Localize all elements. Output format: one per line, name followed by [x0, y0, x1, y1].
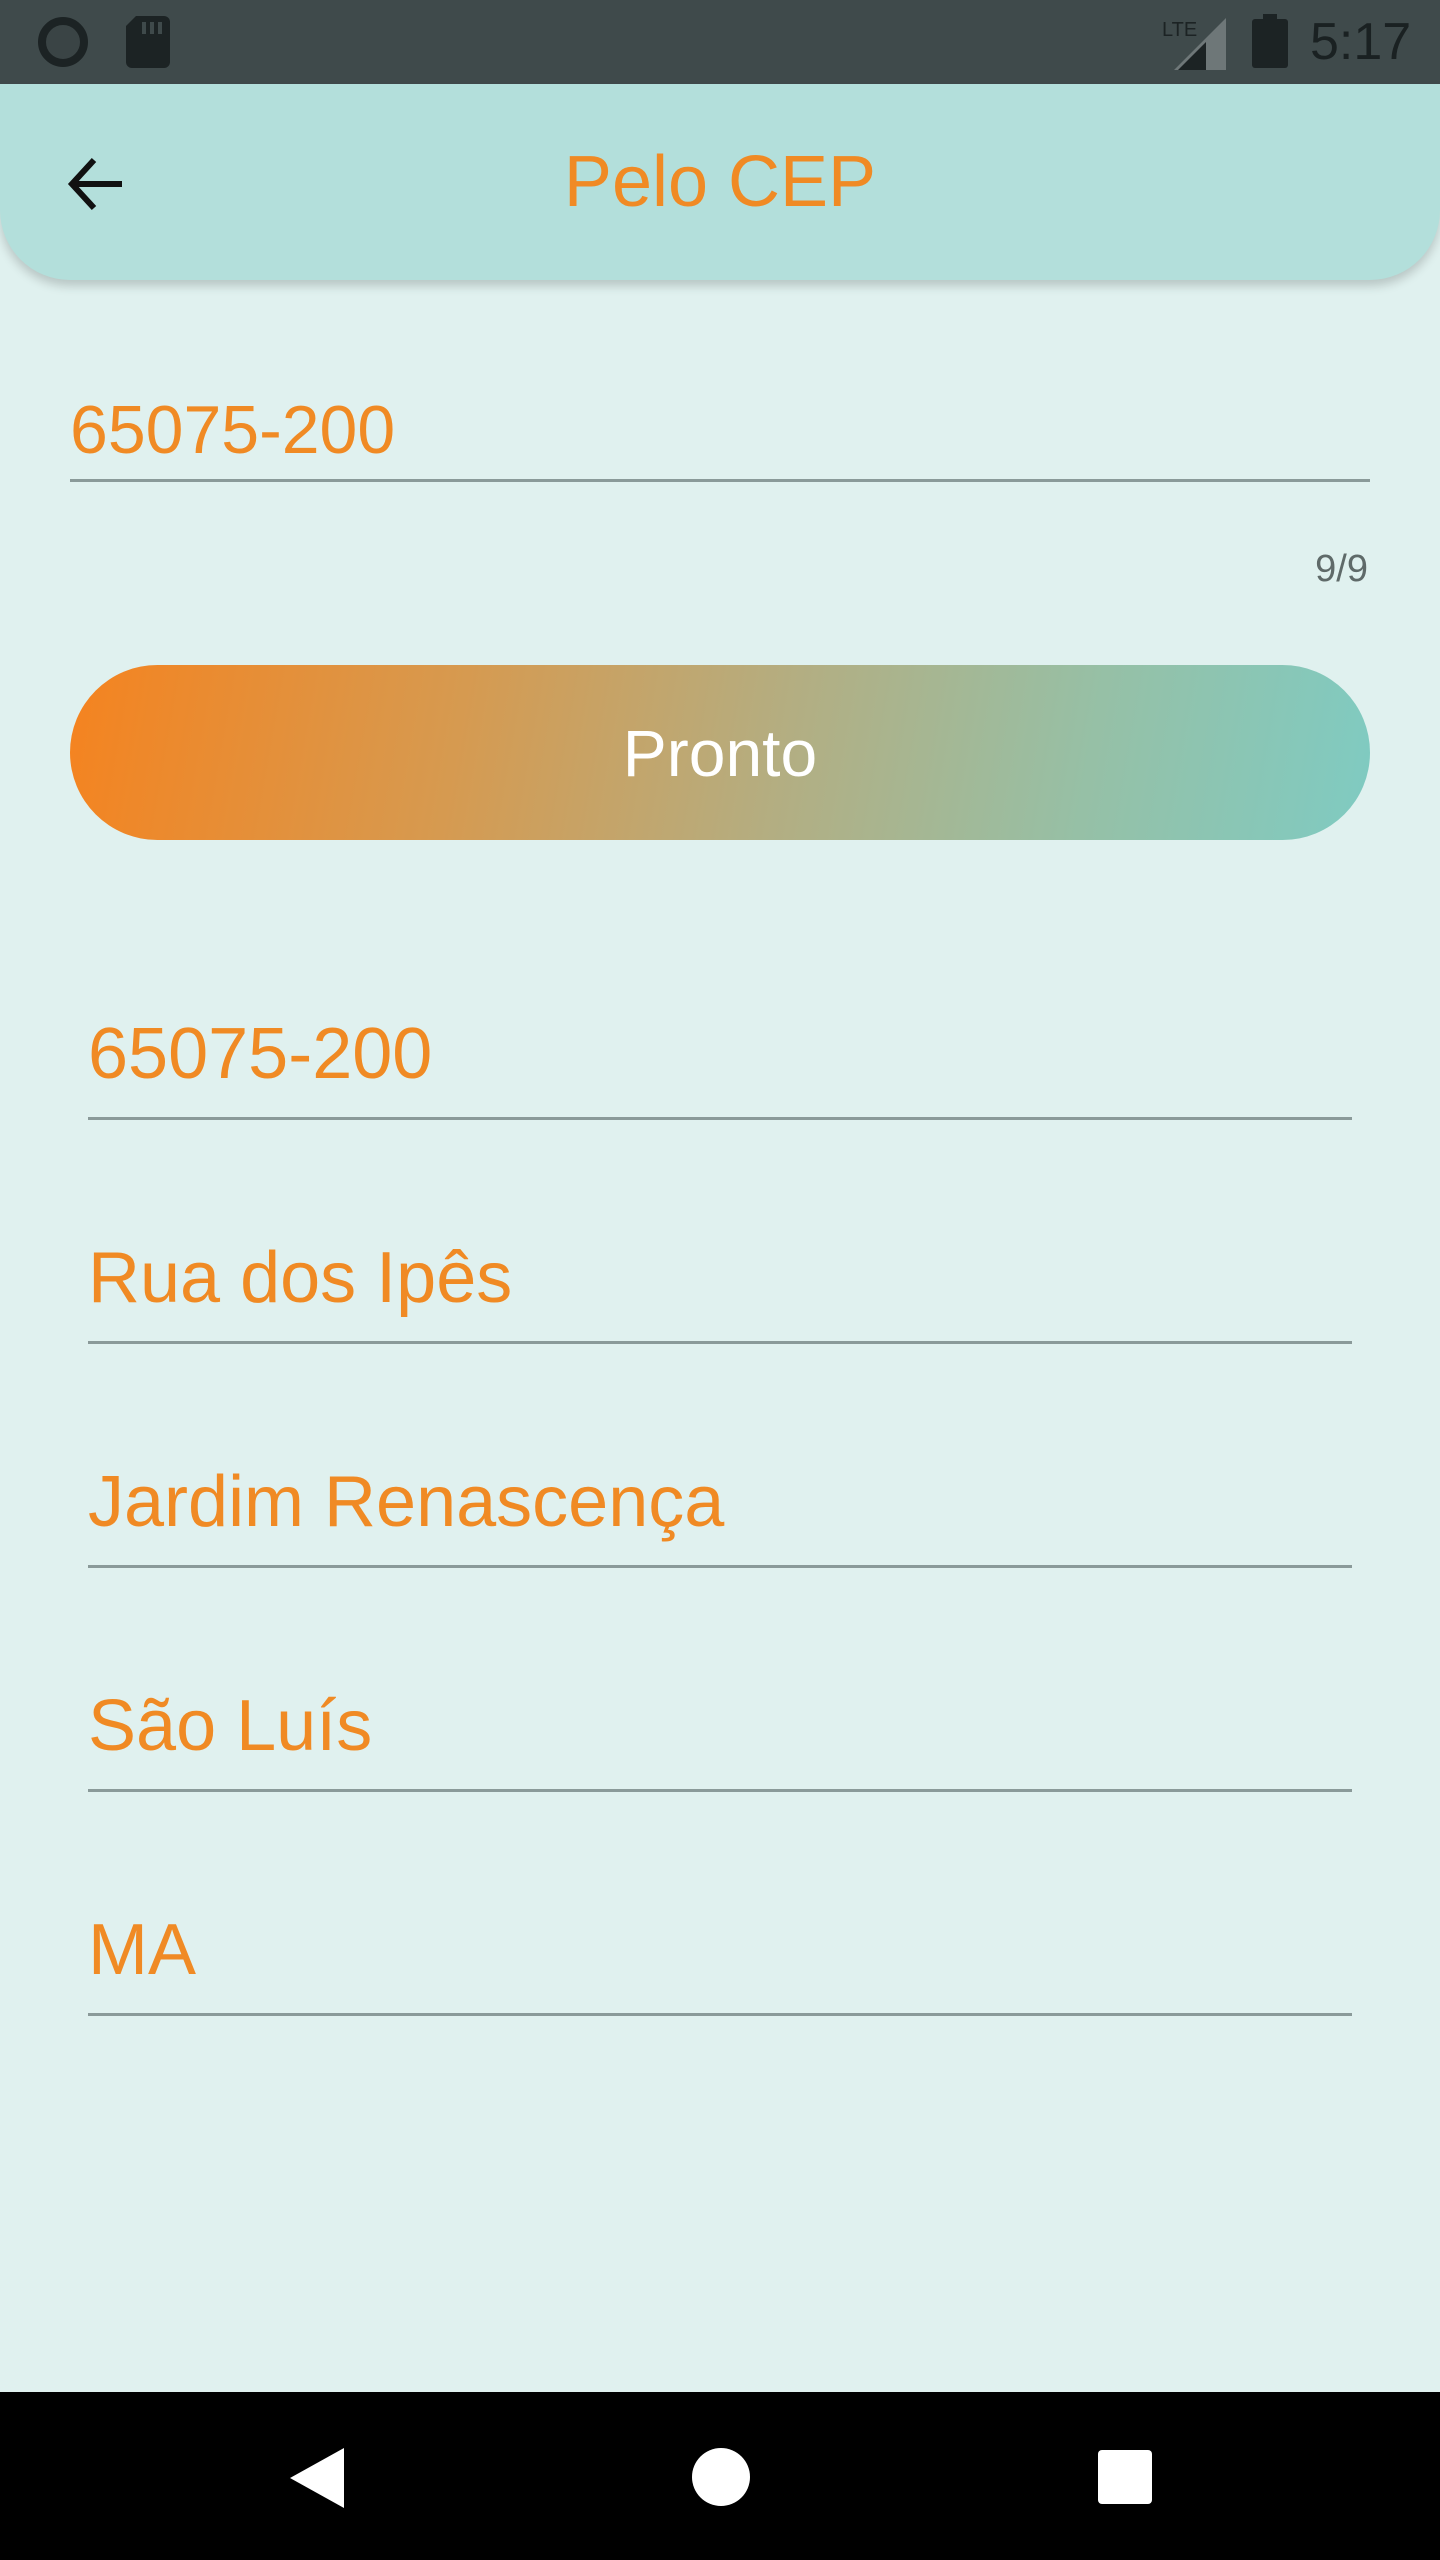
result-street-value: Rua dos Ipês: [88, 1238, 513, 1318]
result-street-field: Rua dos Ipês: [88, 1214, 1352, 1344]
navigation-bar: [0, 2392, 1440, 2560]
result-cep-field: 65075-200: [88, 990, 1352, 1120]
result-state-value: MA: [88, 1910, 196, 1990]
nav-recents-icon[interactable]: [1098, 2450, 1152, 2504]
result-neighborhood-field: Jardim Renascença: [88, 1438, 1352, 1568]
lte-label: LTE: [1162, 19, 1197, 41]
character-counter: 9/9: [1315, 548, 1368, 590]
lte-signal-icon: LTE: [1162, 18, 1226, 70]
result-cep-value: 65075-200: [88, 1014, 433, 1094]
page-title: Pelo CEP: [563, 142, 877, 222]
nav-back-icon[interactable]: [290, 2448, 344, 2508]
result-state-field: MA: [88, 1886, 1352, 2016]
record-circle-icon: [38, 17, 88, 67]
sd-card-icon: [126, 16, 170, 68]
nav-home-icon[interactable]: [692, 2448, 750, 2506]
pronto-button[interactable]: Pronto: [70, 665, 1370, 840]
result-city-field: São Luís: [88, 1662, 1352, 1792]
result-neighborhood-value: Jardim Renascença: [88, 1462, 725, 1542]
cep-input[interactable]: [70, 380, 1370, 482]
status-time: 5:17: [1310, 13, 1412, 71]
status-bar: LTE 5:17: [0, 0, 1440, 84]
result-city-value: São Luís: [88, 1686, 373, 1766]
app-bar: Pelo CEP: [0, 84, 1440, 280]
battery-icon: [1252, 14, 1288, 68]
pronto-button-label: Pronto: [622, 715, 818, 790]
